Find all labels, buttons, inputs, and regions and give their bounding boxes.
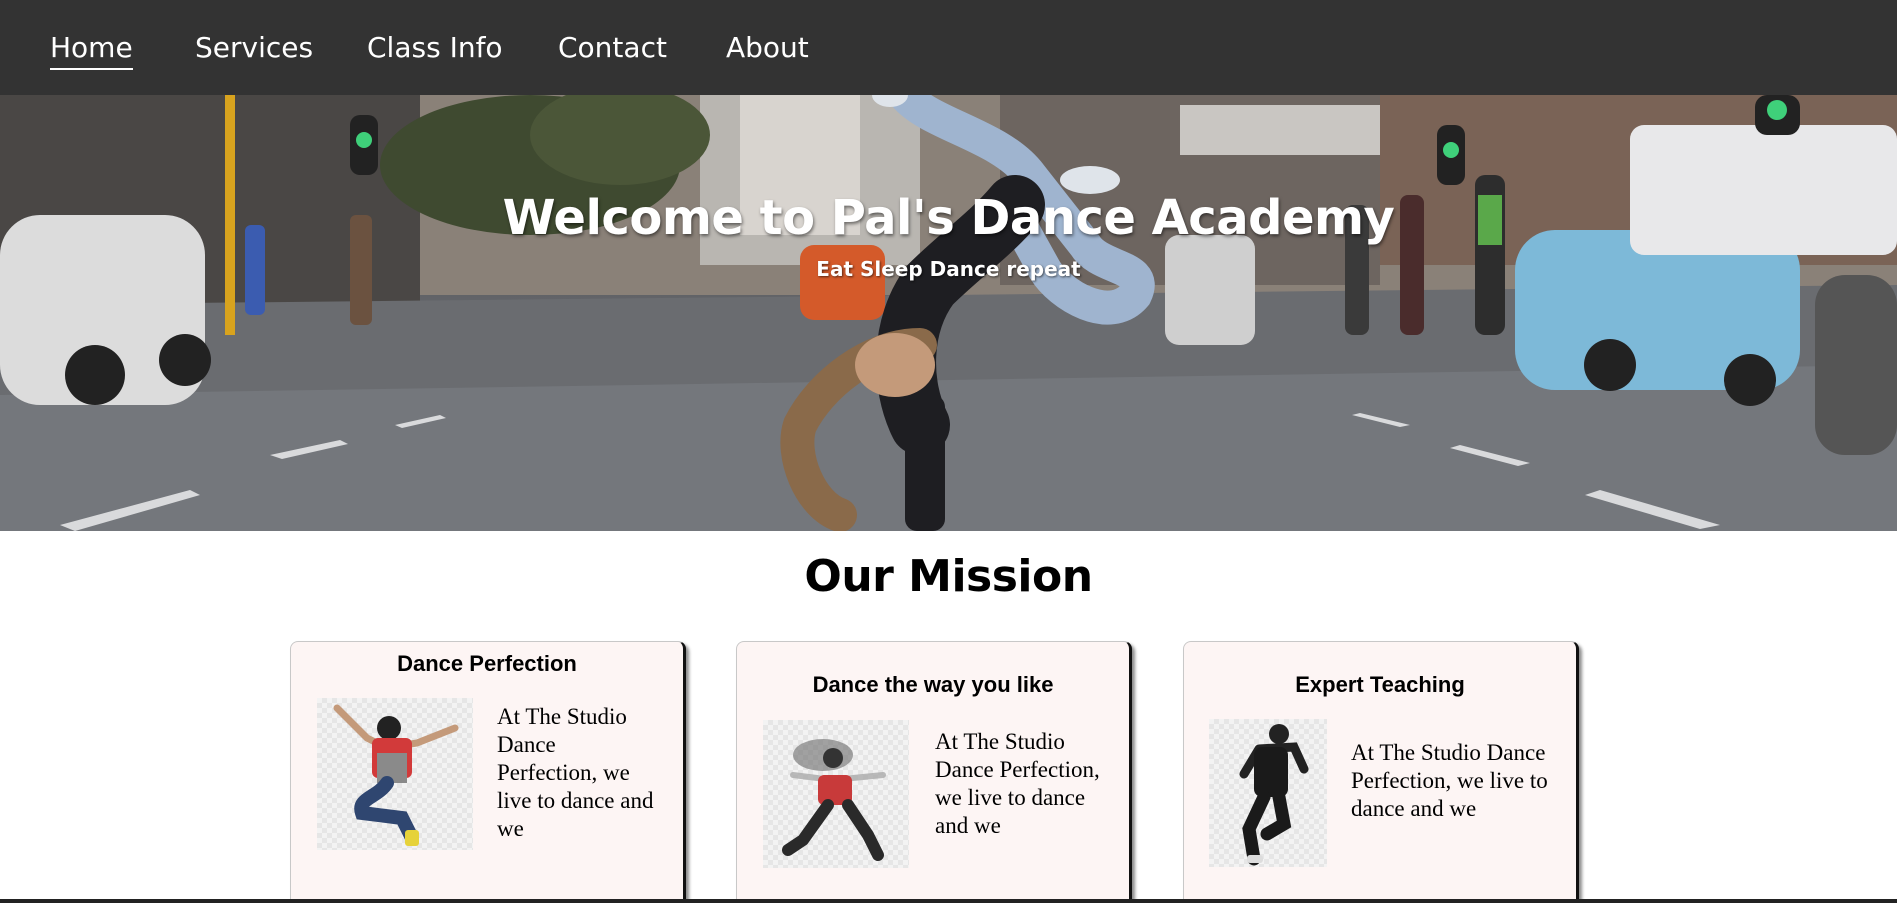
card-description: At The Studio Dance Perfection, we live … — [935, 729, 1100, 838]
jumping-dancer-image — [317, 698, 473, 850]
hiphop-dancer-image — [1209, 719, 1327, 867]
top-navbar: Home Services Class Info Contact About — [0, 0, 1897, 95]
mission-card-expert-teaching: Expert Teaching At The Studio Dance Perf… — [1183, 641, 1579, 903]
card-heading: Dance Perfection — [397, 651, 577, 676]
card-heading: Dance the way you like — [812, 672, 1054, 697]
mission-title: Our Mission — [804, 551, 1093, 602]
mission-card-dance-the-way-you-like: Dance the way you like At The Studio Dan… — [736, 641, 1132, 903]
nav-link-home[interactable]: Home — [50, 30, 133, 70]
card-heading: Expert Teaching — [1295, 672, 1465, 697]
hero-title: Welcome to Pal's Dance Academy — [502, 190, 1395, 246]
card-description: At The Studio Dance Perfection, we live … — [1351, 740, 1548, 821]
hero-banner: Welcome to Pal's Dance Academy Eat Sleep… — [0, 95, 1897, 531]
nav-link-class-info[interactable]: Class Info — [367, 30, 503, 66]
motion-blur-dancer-image — [763, 720, 909, 868]
card-description: At The Studio Dance Perfection, we live … — [497, 704, 654, 841]
nav-link-services[interactable]: Services — [195, 30, 313, 66]
hero-background-photo — [0, 95, 1897, 531]
page-bottom-edge — [0, 899, 1897, 903]
nav-link-contact[interactable]: Contact — [558, 30, 667, 66]
nav-link-about[interactable]: About — [726, 30, 809, 66]
mission-card-dance-perfection: Dance Perfection At The Studio Dance Per… — [290, 641, 686, 903]
hero-subtitle: Eat Sleep Dance repeat — [816, 257, 1081, 281]
